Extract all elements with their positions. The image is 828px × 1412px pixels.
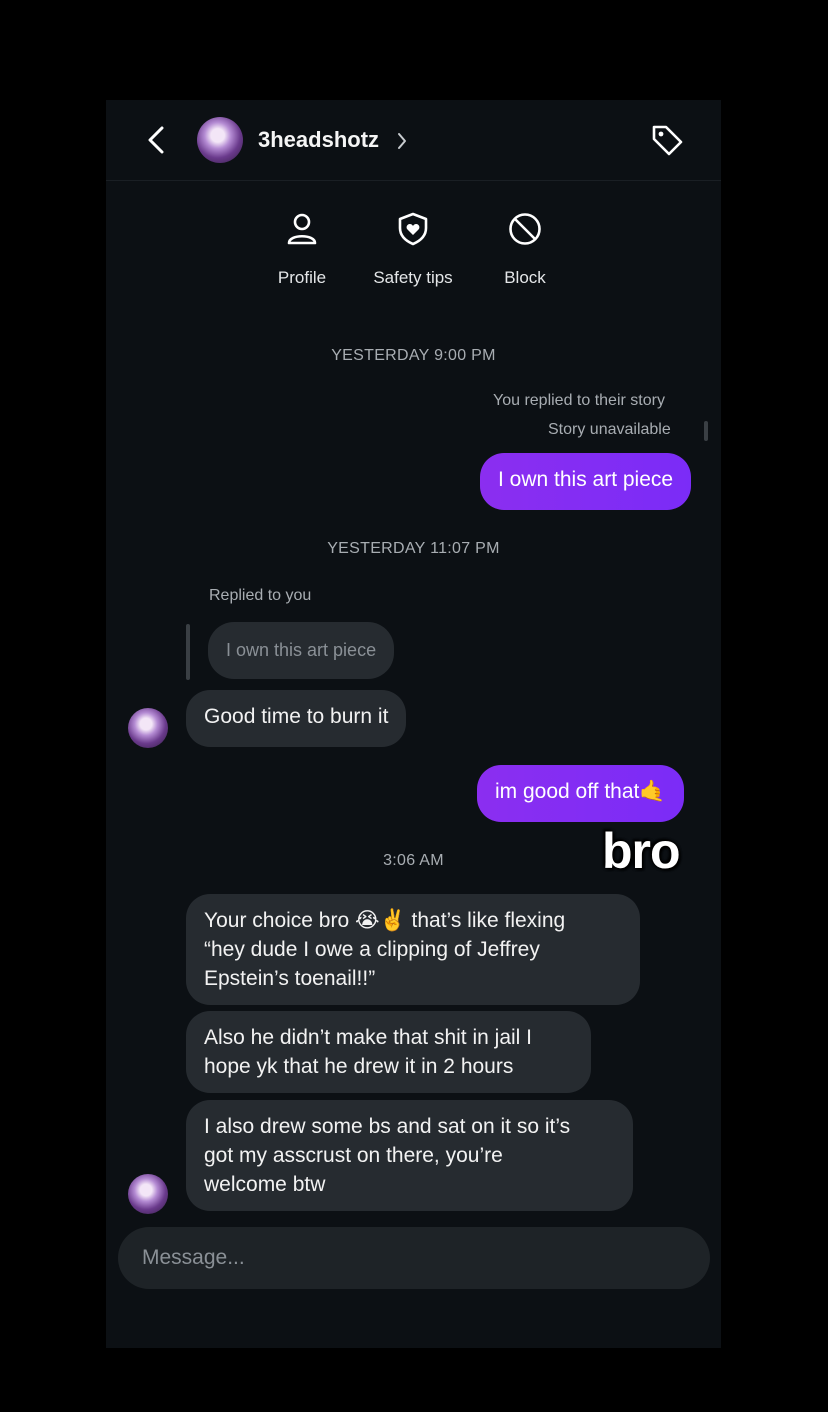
timestamp: YESTERDAY 11:07 PM (327, 540, 500, 557)
message-sent[interactable]: im good off that🤙 (477, 765, 684, 822)
message-sent[interactable]: I own this art piece (480, 453, 692, 510)
back-arrow-icon[interactable] (142, 122, 172, 158)
message-received[interactable]: I also drew some bs and sat on it so it’… (186, 1100, 633, 1211)
avatar[interactable] (197, 117, 243, 163)
timestamp: YESTERDAY 9:00 PM (331, 347, 496, 364)
avatar[interactable] (128, 1174, 168, 1214)
safety-tips-label: Safety tips (373, 268, 453, 287)
message-input[interactable]: Message... (118, 1227, 710, 1289)
message-line: welcome btw (204, 1173, 326, 1196)
replied-to-you-label: Replied to you (209, 587, 312, 604)
story-divider (704, 421, 708, 441)
quoted-message[interactable]: I own this art piece (208, 622, 395, 679)
message-line: hope yk that he drew it in 2 hours (204, 1055, 514, 1078)
chat-header: 3headshotz (106, 100, 721, 181)
story-reply-note: You replied to their story (493, 392, 665, 409)
story-unavailable-note[interactable]: Story unavailable (548, 421, 671, 439)
timestamp: 3:06 AM (383, 852, 444, 869)
message-received[interactable]: Also he didn’t make that shit in jail I … (186, 1011, 591, 1093)
block-button[interactable]: Block (470, 210, 580, 288)
dm-screen: 3headshotz Profile Safety tips Block YES… (106, 100, 721, 1348)
profile-label: Profile (277, 268, 327, 287)
person-icon (287, 213, 317, 245)
block-icon (509, 213, 541, 245)
tag-icon[interactable] (649, 122, 685, 158)
avatar[interactable] (128, 708, 168, 748)
message-line: Your choice bro 😭✌️ that’s like flexing (204, 909, 566, 932)
message-line: got my asscrust on there, you’re (204, 1144, 503, 1167)
message-line: Epstein’s toenail!!” (204, 967, 376, 990)
chevron-right-icon[interactable] (396, 131, 408, 151)
message-line: “hey dude I owe a clipping of Jeffrey (204, 938, 540, 961)
block-label: Block (504, 268, 546, 287)
message-line: I also drew some bs and sat on it so it’… (204, 1115, 571, 1138)
message-received[interactable]: Good time to burn it (186, 690, 407, 747)
profile-button[interactable]: Profile (247, 210, 357, 288)
shield-heart-icon (398, 212, 428, 246)
safety-tips-button[interactable]: Safety tips (358, 210, 468, 288)
quote-bar (186, 624, 190, 680)
message-line: Also he didn’t make that shit in jail I (204, 1026, 533, 1049)
message-received[interactable]: Your choice bro 😭✌️ that’s like flexing … (186, 894, 640, 1005)
username[interactable]: 3headshotz (258, 127, 379, 153)
